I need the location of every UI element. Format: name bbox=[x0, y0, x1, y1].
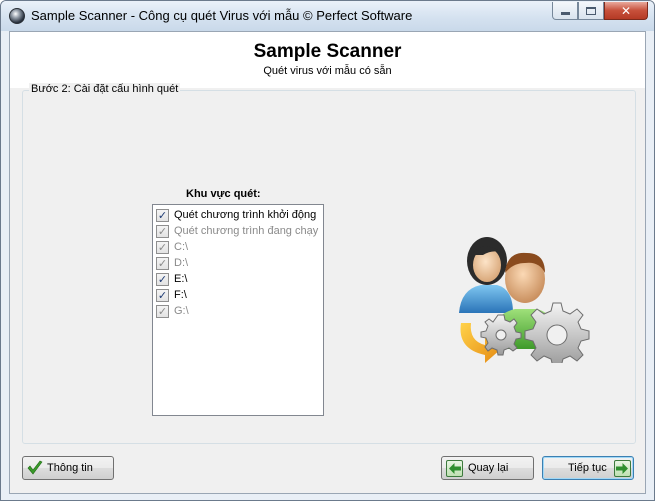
list-item[interactable]: ✓ G:\ bbox=[153, 303, 323, 319]
step-label: Bước 2: Cài đặt cấu hình quét bbox=[29, 83, 181, 95]
check-icon: ✓ bbox=[157, 240, 168, 254]
checkbox[interactable]: ✓ bbox=[156, 256, 169, 270]
checkbox[interactable]: ✓ bbox=[156, 288, 169, 302]
check-icon: ✓ bbox=[157, 224, 168, 238]
title-bar[interactable]: Sample Scanner - Công cụ quét Virus với … bbox=[1, 1, 654, 31]
check-icon: ✓ bbox=[157, 208, 168, 222]
checkbox[interactable]: ✓ bbox=[156, 224, 169, 238]
maximize-icon bbox=[586, 6, 596, 15]
app-window: Sample Scanner - Công cụ quét Virus với … bbox=[0, 0, 655, 501]
header-subtitle: Quét virus với mẫu có sẵn bbox=[263, 65, 392, 77]
check-icon: ✓ bbox=[157, 272, 168, 286]
close-icon: ✕ bbox=[620, 3, 632, 18]
list-item-label: C:\ bbox=[174, 241, 189, 253]
list-item-label: E:\ bbox=[174, 273, 188, 285]
check-icon: ✓ bbox=[157, 256, 168, 270]
list-item[interactable]: ✓ F:\ bbox=[153, 287, 323, 303]
step-groupbox: Bước 2: Cài đặt cấu hình quét Khu vực qu… bbox=[22, 83, 636, 444]
checkbox[interactable]: ✓ bbox=[156, 208, 169, 222]
list-item[interactable]: ✓ D:\ bbox=[153, 255, 323, 271]
window-controls: ✕ bbox=[552, 2, 648, 20]
arrow-left-icon bbox=[446, 459, 463, 477]
checkbox[interactable]: ✓ bbox=[156, 240, 169, 254]
check-icon: ✓ bbox=[157, 304, 168, 318]
list-item-label: G:\ bbox=[174, 305, 189, 317]
scan-area-list[interactable]: ✓ Quét chương trình khởi động ✓ Quét chư… bbox=[152, 204, 324, 416]
list-item[interactable]: ✓ Quét chương trình đang chạy bbox=[153, 223, 323, 239]
app-sphere-icon[interactable] bbox=[9, 8, 25, 24]
back-button[interactable]: Quay lại bbox=[441, 456, 534, 480]
scan-area-label: Khu vực quét: bbox=[186, 188, 261, 200]
next-button-label: Tiếp tục bbox=[568, 462, 607, 474]
users-gear-icon bbox=[459, 237, 590, 363]
info-button[interactable]: Thông tin bbox=[22, 456, 114, 480]
window-title: Sample Scanner - Công cụ quét Virus với … bbox=[31, 8, 413, 23]
list-item[interactable]: ✓ Quét chương trình khởi động bbox=[153, 207, 323, 223]
arrow-right-icon bbox=[613, 459, 631, 477]
info-button-label: Thông tin bbox=[47, 462, 93, 474]
close-button[interactable]: ✕ bbox=[604, 2, 648, 20]
list-item-label: Quét chương trình đang chạy bbox=[174, 225, 319, 237]
header-title: Sample Scanner bbox=[253, 41, 402, 62]
back-button-label: Quay lại bbox=[468, 462, 509, 474]
checkbox[interactable]: ✓ bbox=[156, 272, 169, 286]
list-item[interactable]: ✓ C:\ bbox=[153, 239, 323, 255]
maximize-button[interactable] bbox=[578, 2, 604, 20]
dialog-body: Sample Scanner Quét virus với mẫu có sẵn… bbox=[9, 31, 646, 494]
list-item[interactable]: ✓ E:\ bbox=[153, 271, 323, 287]
check-icon: ✓ bbox=[157, 288, 168, 302]
wizard-header: Sample Scanner Quét virus với mẫu có sẵn bbox=[10, 32, 645, 88]
checkmark-icon bbox=[27, 460, 43, 475]
minimize-icon bbox=[560, 12, 570, 15]
list-item-label: D:\ bbox=[174, 257, 189, 269]
list-item-label: Quét chương trình khởi động bbox=[174, 209, 317, 221]
list-item-label: F:\ bbox=[174, 289, 187, 301]
next-button[interactable]: Tiếp tục bbox=[542, 456, 634, 480]
minimize-button[interactable] bbox=[552, 2, 578, 20]
checkbox[interactable]: ✓ bbox=[156, 304, 169, 318]
